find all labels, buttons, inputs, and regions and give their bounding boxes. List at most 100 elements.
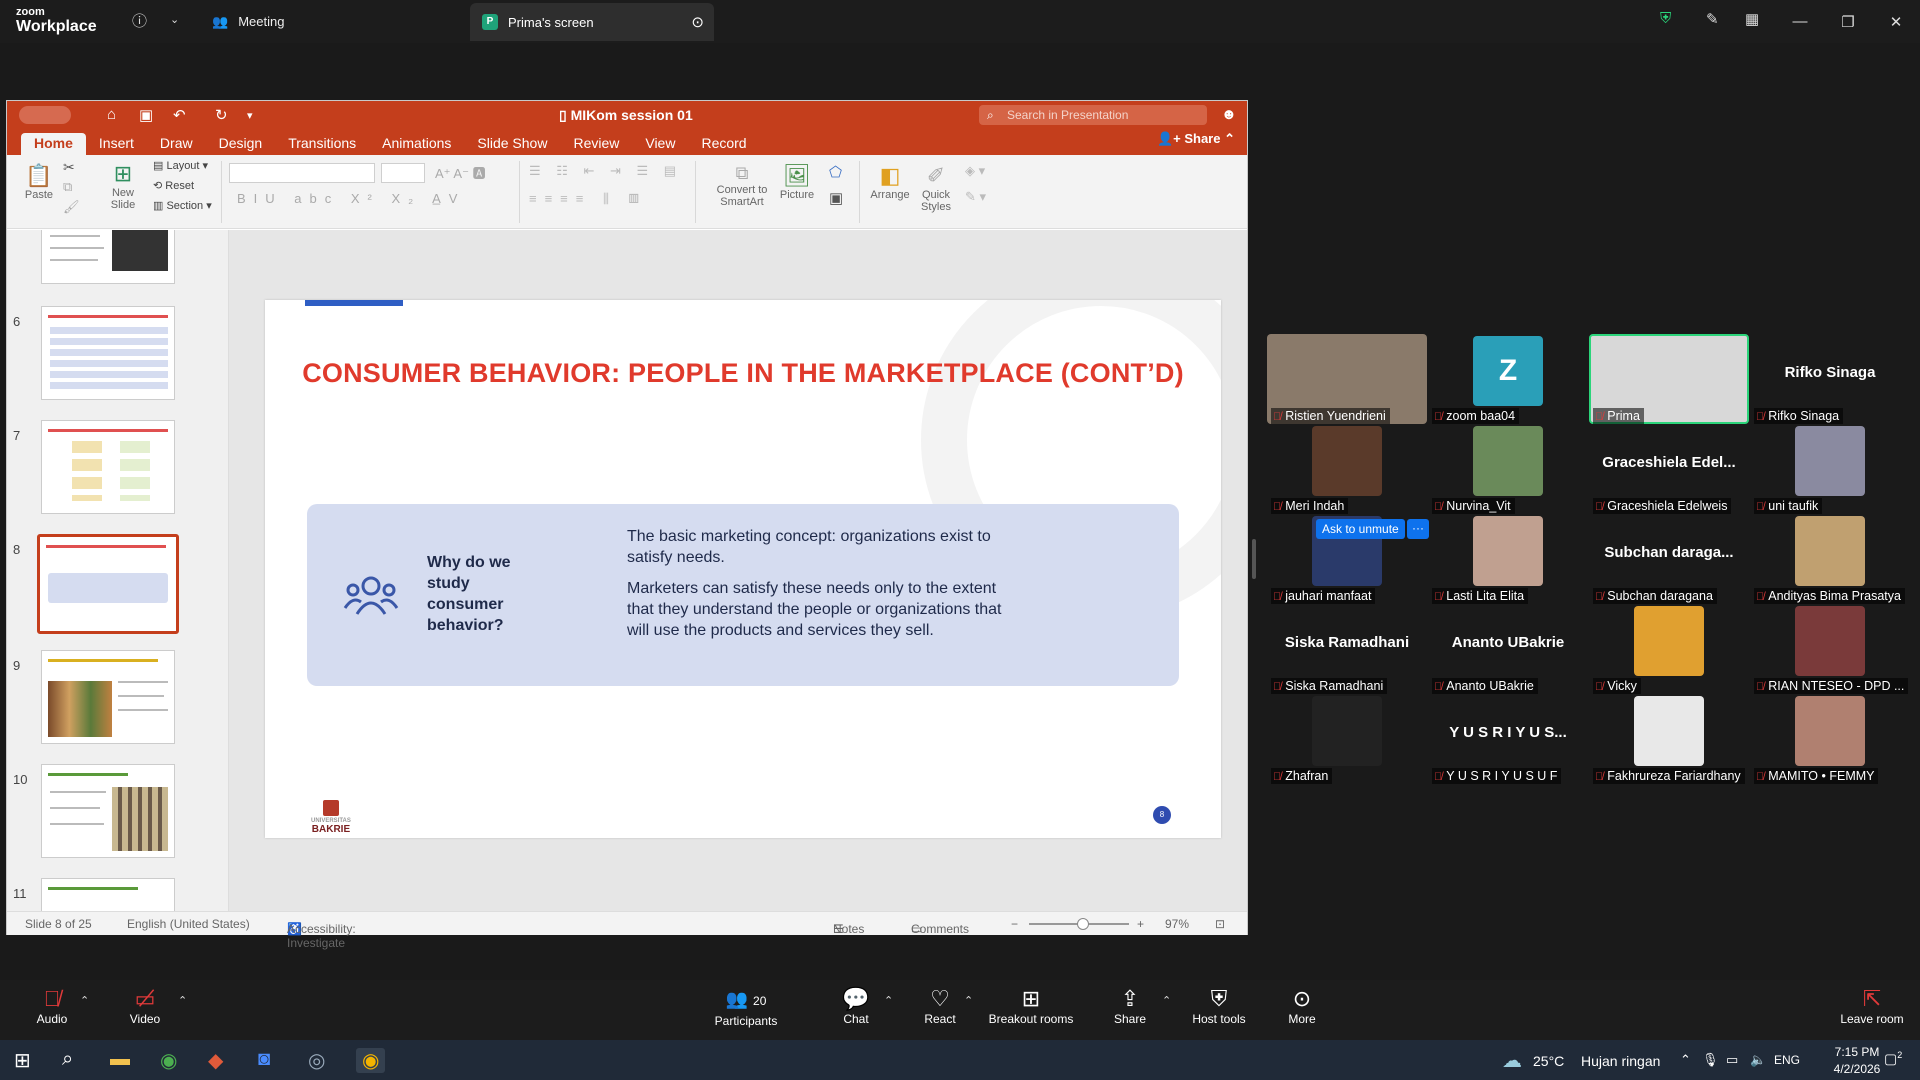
align-buttons[interactable]: ≡≡≡≡ ⫼ ▥	[529, 191, 647, 207]
account-icon[interactable]: ☻	[1221, 106, 1237, 123]
chrome-icon[interactable]: ◉	[160, 1048, 177, 1073]
slide-thumbnail[interactable]: 6	[7, 306, 228, 416]
shape-outline-icon[interactable]: ✎ ▾	[965, 189, 986, 205]
participant-tile[interactable]: 🎙̸ Lasti Lita Elita	[1428, 514, 1588, 604]
zoom-level[interactable]: 97%	[1165, 917, 1189, 931]
current-slide[interactable]: CONSUMER BEHAVIOR: PEOPLE IN THE MARKETP…	[265, 300, 1221, 838]
share-options-chevron-icon[interactable]: ⌃	[1162, 994, 1171, 1007]
ask-to-unmute-button[interactable]: Ask to unmute	[1316, 519, 1405, 539]
slide-editor[interactable]: CONSUMER BEHAVIOR: PEOPLE IN THE MARKETP…	[229, 230, 1247, 911]
participants-button[interactable]: 👥 20 Participants	[710, 986, 782, 1028]
microphone-tray-icon[interactable]: 🎙	[1702, 1052, 1719, 1068]
search-input[interactable]: ⌕ Search in Presentation	[979, 105, 1207, 125]
participant-tile[interactable]: 🎙̸ Vicky	[1589, 604, 1749, 694]
windows-start-icon[interactable]: ⊞	[14, 1048, 31, 1073]
react-options-chevron-icon[interactable]: ⌃	[964, 994, 973, 1007]
shapes-icon[interactable]: ⬠	[829, 163, 842, 181]
redo-icon[interactable]: ↻	[215, 106, 228, 124]
font-size-select[interactable]	[381, 163, 425, 183]
font-size-controls[interactable]: A⁺ A⁻ 🅰	[435, 163, 486, 182]
zoom-slider-thumb[interactable]	[1077, 918, 1089, 930]
tab-shared-screen[interactable]: P Prima's screen ⊙	[470, 3, 714, 41]
tab-record[interactable]: Record	[688, 133, 759, 155]
chevron-down-icon[interactable]: ⌄	[170, 13, 179, 26]
tab-draw[interactable]: Draw	[147, 133, 206, 155]
zoom-in-icon[interactable]: +	[1137, 917, 1144, 931]
language-status[interactable]: English (United States)	[127, 917, 250, 931]
convert-smartart-button[interactable]: ⧉ Convert to SmartArt	[707, 163, 777, 208]
app-icon[interactable]: ◎	[308, 1048, 325, 1073]
zoom-taskbar-icon[interactable]: ◙	[258, 1048, 270, 1071]
clock-date[interactable]: 4/2/2026	[1828, 1062, 1886, 1076]
more-options-icon[interactable]: ⊙	[691, 13, 704, 31]
zoom-out-icon[interactable]: −	[1011, 917, 1018, 931]
react-button[interactable]: ♡ React	[922, 986, 958, 1026]
panel-resize-handle[interactable]	[1252, 539, 1256, 579]
slide-thumbnail[interactable]: 7	[7, 420, 228, 530]
quick-styles-button[interactable]: ✐ Quick Styles	[911, 163, 961, 213]
participant-tile[interactable]: 🎙̸ Prima	[1589, 334, 1749, 424]
participant-tile[interactable]: 🎙̸ Andityas Bima Prasatya	[1750, 514, 1910, 604]
tile-more-button[interactable]: ···	[1407, 519, 1429, 539]
clock-time[interactable]: 7:15 PM	[1828, 1045, 1886, 1059]
participant-tile[interactable]: 🎙̸ RIAN NTESEO - DPD ...	[1750, 604, 1910, 694]
chrome-active-icon[interactable]: ◉	[356, 1048, 386, 1073]
volume-icon[interactable]: 🔈	[1750, 1052, 1766, 1068]
weather-temp[interactable]: 25°C	[1533, 1053, 1564, 1069]
tab-view[interactable]: View	[632, 133, 688, 155]
text-format-buttons[interactable]: BIU abc X² X₂ A̲V	[237, 191, 465, 206]
participant-tile[interactable]: 🎙̸ Ristien Yuendrieni	[1267, 334, 1427, 424]
textbox-icon[interactable]: ▣	[829, 189, 843, 207]
info-icon[interactable]: ⓘ	[132, 10, 147, 31]
audio-button[interactable]: 🎙̸ Audio	[30, 986, 74, 1026]
audio-options-chevron-icon[interactable]: ⌃	[80, 994, 89, 1007]
format-painter-icon[interactable]: 🖌	[63, 199, 80, 215]
slide-thumbnail[interactable]	[7, 230, 228, 300]
participant-tile[interactable]: Subchan daraga... 🎙̸ Subchan daragana	[1589, 514, 1749, 604]
search-icon[interactable]: ⌕	[62, 1048, 73, 1071]
host-tools-button[interactable]: ⛨ Host tools	[1190, 986, 1248, 1026]
tab-design[interactable]: Design	[206, 133, 276, 155]
slide-thumbnail[interactable]: 10	[7, 764, 228, 874]
close-icon[interactable]: ✕	[1872, 13, 1920, 31]
chat-button[interactable]: 💬 Chat	[838, 986, 874, 1026]
cut-icon[interactable]: ✂	[63, 159, 75, 176]
app-icon[interactable]: ◆	[208, 1048, 223, 1073]
customize-chevron-icon[interactable]: ▾	[247, 109, 253, 122]
tab-review[interactable]: Review	[560, 133, 632, 155]
paste-button[interactable]: 📋 Paste	[19, 163, 59, 201]
section-button[interactable]: ▥ Section ▾	[153, 199, 212, 212]
participant-tile[interactable]: Z 🎙̸ zoom baa04	[1428, 334, 1588, 424]
participant-tile[interactable]: 🎙̸ Zhafran	[1267, 694, 1427, 784]
shield-icon[interactable]: ⛨	[1660, 10, 1671, 27]
participant-tile[interactable]: Rifko Sinaga 🎙̸ Rifko Sinaga	[1750, 334, 1910, 424]
participant-tile[interactable]: 🎙̸ uni taufik	[1750, 424, 1910, 514]
view-layout-icon[interactable]: ▦	[1745, 10, 1759, 28]
participant-tile[interactable]: 🎙̸ Nurvina_Vit	[1428, 424, 1588, 514]
notifications-icon[interactable]: ▢2	[1884, 1050, 1902, 1068]
tray-chevron-icon[interactable]: ⌃	[1680, 1052, 1691, 1068]
undo-icon[interactable]: ↶	[173, 106, 186, 124]
slide-thumbnail-pane[interactable]: 6 7 8 9 10 11	[7, 230, 229, 911]
tab-home[interactable]: Home	[21, 133, 86, 155]
sidebar-toggle[interactable]	[19, 106, 71, 124]
share-screen-button[interactable]: ⇪ Share	[1112, 986, 1148, 1026]
tab-meeting[interactable]: 👥 Meeting	[212, 0, 284, 43]
picture-button[interactable]: 🖼 Picture	[775, 163, 819, 201]
tab-insert[interactable]: Insert	[86, 133, 147, 155]
video-button[interactable]: ▭̸ Video	[122, 986, 168, 1026]
font-family-select[interactable]	[229, 163, 375, 183]
annotate-pen-icon[interactable]: ✎	[1706, 10, 1719, 28]
copy-icon[interactable]: ⧉	[63, 179, 72, 195]
video-options-chevron-icon[interactable]: ⌃	[178, 994, 187, 1007]
weather-text[interactable]: Hujan ringan	[1581, 1053, 1660, 1069]
slide-thumbnail[interactable]: 9	[7, 650, 228, 760]
layout-button[interactable]: ▤ Layout ▾	[153, 159, 208, 172]
share-button[interactable]: 👤+ Share ⌃	[1157, 131, 1235, 147]
new-slide-button[interactable]: ⊞ New Slide	[103, 161, 143, 211]
restore-icon[interactable]: ❐	[1824, 13, 1872, 31]
breakout-rooms-button[interactable]: ⊞ Breakout rooms	[988, 986, 1074, 1026]
network-icon[interactable]: ▭	[1726, 1052, 1738, 1068]
tab-transitions[interactable]: Transitions	[275, 133, 369, 155]
shape-fill-icon[interactable]: ◈ ▾	[965, 163, 985, 179]
